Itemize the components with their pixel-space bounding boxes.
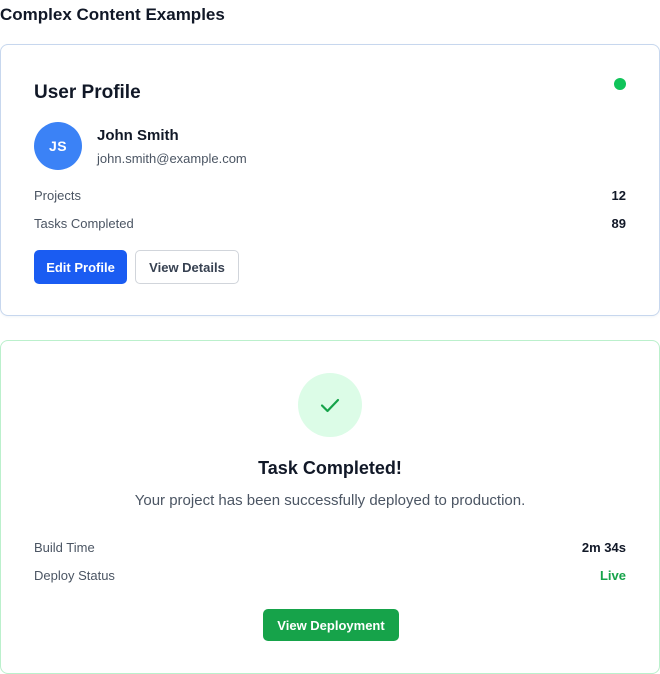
user-email: john.smith@example.com [97,151,247,166]
success-icon-circle [298,373,362,437]
stat-value: 89 [611,216,626,231]
profile-card-title: User Profile [34,82,141,103]
task-title: Task Completed! [258,458,402,478]
stat-value: 12 [611,188,626,203]
stat-label: Tasks Completed [34,216,134,231]
user-name: John Smith [97,127,179,144]
stat-row-tasks-completed: Tasks Completed 89 [34,216,626,231]
stat-value: 2m 34s [581,540,626,555]
edit-profile-button[interactable]: Edit Profile [34,250,127,284]
checkmark-icon [320,398,340,413]
stat-row-deploy-status: Deploy Status Live [34,568,626,583]
view-deployment-button[interactable]: View Deployment [263,609,399,641]
stat-label: Projects [34,188,81,203]
task-description: Your project has been successfully deplo… [134,492,526,509]
deploy-status-badge: Live [599,568,626,583]
stat-row-projects: Projects 12 [34,188,626,203]
user-profile-card: User Profile JS John Smith john.smith@ex… [0,44,660,316]
page-title: Complex Content Examples [0,5,225,24]
avatar: JS [34,122,82,170]
avatar-initials: JS [48,138,68,154]
task-completed-card: Task Completed! Your project has been su… [0,340,660,674]
stat-label: Deploy Status [34,568,115,583]
stat-row-build-time: Build Time 2m 34s [34,540,626,555]
online-status-indicator [614,78,626,90]
stat-label: Build Time [34,540,95,555]
view-details-button[interactable]: View Details [135,250,239,284]
